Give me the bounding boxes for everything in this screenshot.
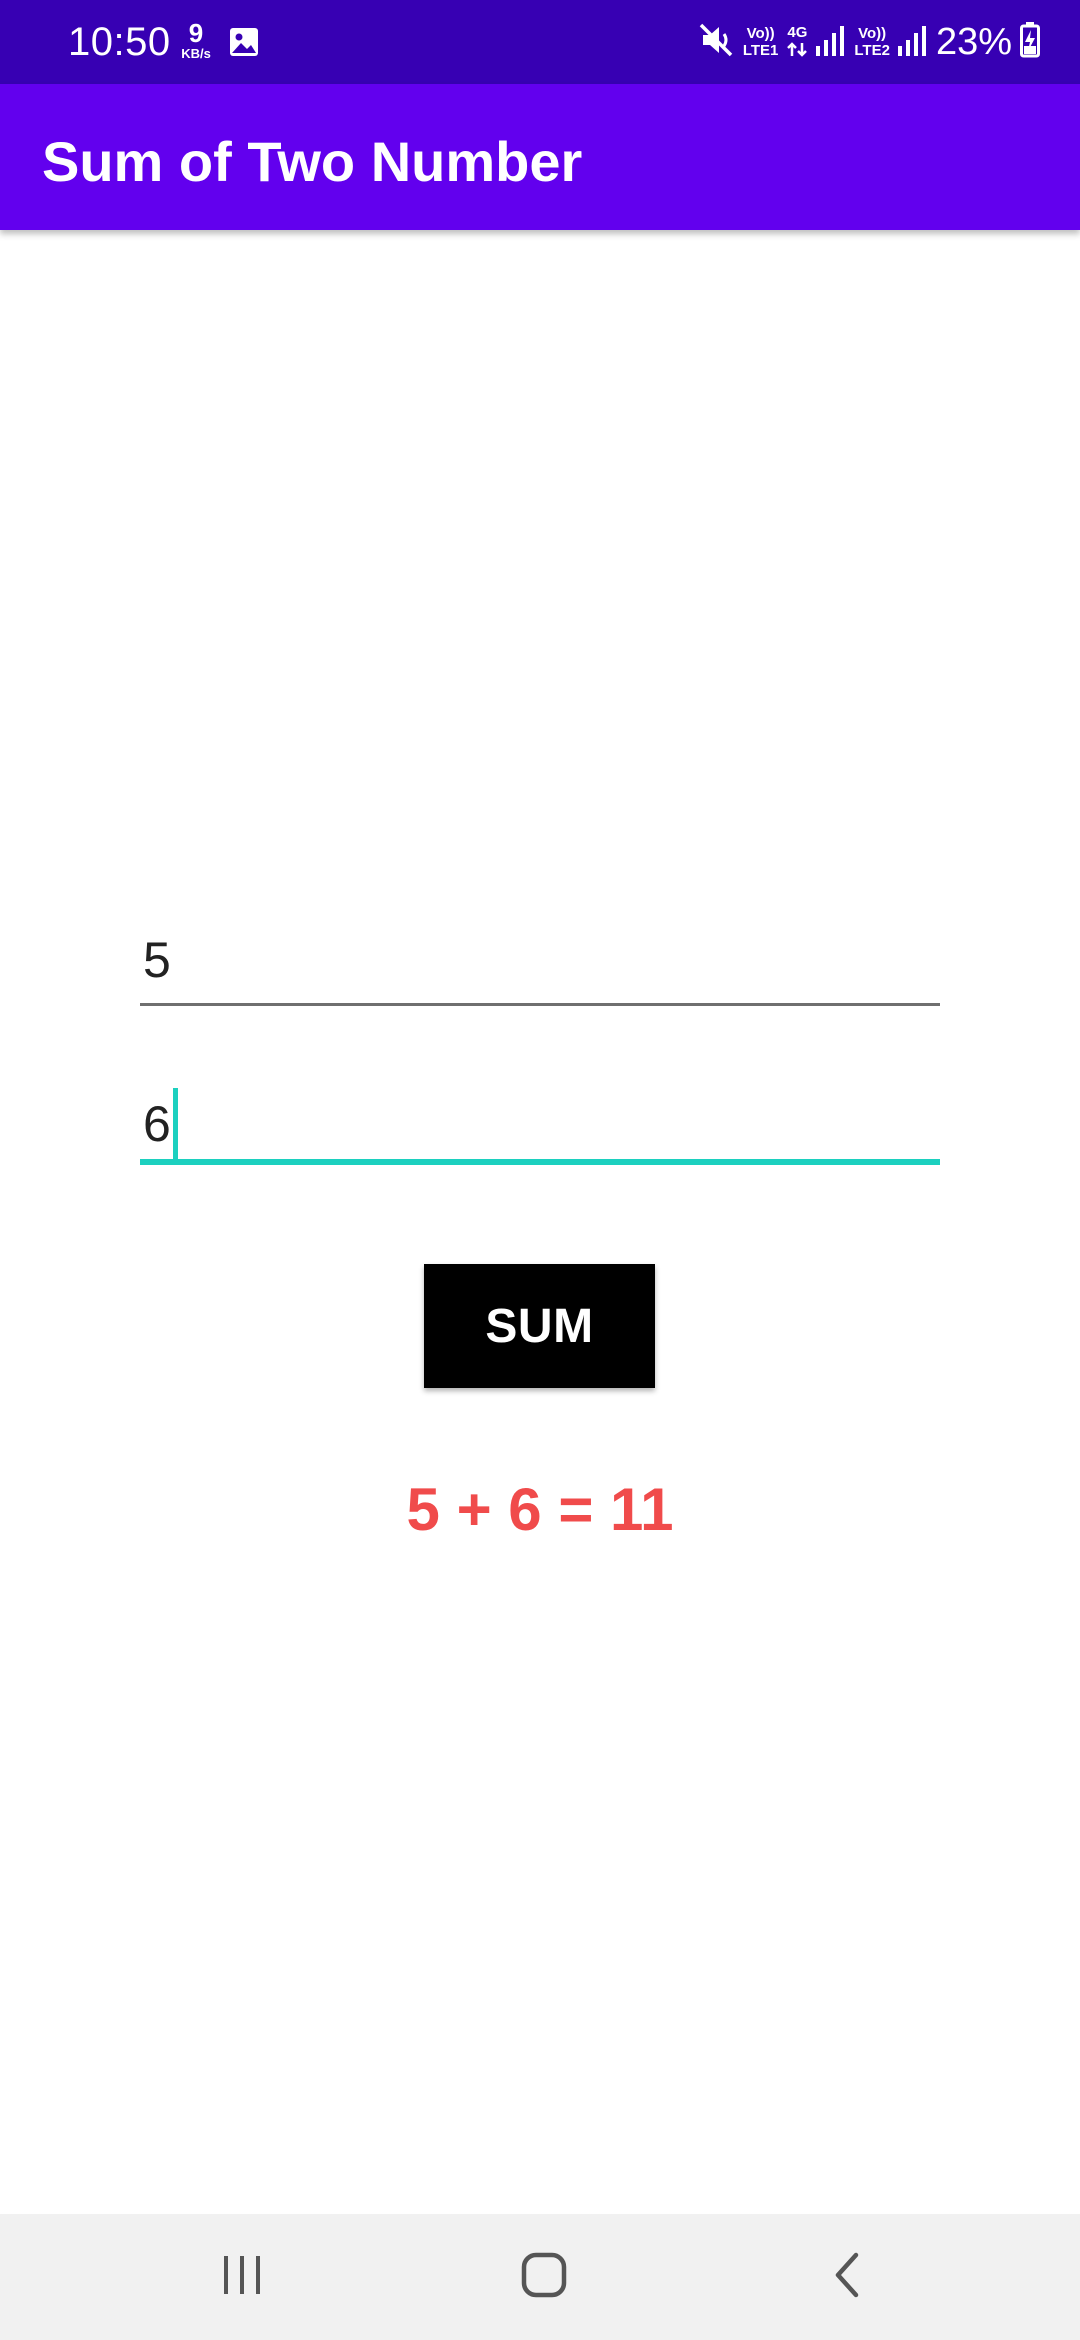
network-speed-value: 9 [188,18,204,48]
status-icons: Vo)) LTE1 4G Vo)) LTE2 23% [699,14,1040,70]
status-time: 10:50 [68,20,171,64]
sim1-lte-label: LTE1 [742,42,779,59]
mute-icon [699,22,735,63]
second-number-input-content: 6 [143,1088,178,1160]
second-number-value: 6 [143,1096,171,1152]
signal-icon [897,24,928,61]
back-button[interactable] [787,2214,907,2340]
data-type-label: 4G [787,23,808,41]
network-speed: 9 KB/s [176,20,216,60]
text-cursor [172,1088,178,1160]
sim1-volte-label: Vo)) [746,25,775,42]
network-speed-unit: KB/s [181,46,211,61]
first-number-value: 5 [143,932,171,988]
second-number-underline [140,1159,940,1165]
home-icon [521,2252,567,2303]
back-icon [832,2252,862,2303]
sim2-volte: Vo)) LTE2 [854,26,890,58]
status-bar: 10:50 9 KB/s Vo)) LTE1 4G Vo)) LTE2 23% [0,0,1080,84]
first-number-underline [140,1003,940,1006]
sim2-lte-label: LTE2 [854,42,890,59]
navigation-bar [0,2214,1080,2340]
first-number-field[interactable]: 5 [140,930,940,1010]
gallery-icon [228,26,260,63]
recents-button[interactable] [182,2214,302,2340]
data-arrows-icon [786,41,808,60]
app-bar: Sum of Two Number [0,84,1080,230]
signal-icon [816,24,846,61]
data-type: 4G [786,25,808,60]
battery-percent: 23% [935,21,1012,63]
sim2-volte-label: Vo)) [858,25,887,42]
recents-icon [220,2254,264,2301]
sim1-volte: Vo)) LTE1 [743,26,779,58]
app-title: Sum of Two Number [42,130,583,193]
battery-charging-icon [1020,21,1040,63]
second-number-field[interactable]: 6 [140,1085,940,1170]
result-text: 5 + 6 = 11 [406,1476,674,1543]
sum-button[interactable]: SUM [424,1264,655,1388]
screen: 10:50 9 KB/s Vo)) LTE1 4G Vo)) LTE2 23% … [0,0,1080,2340]
home-button[interactable] [484,2214,604,2340]
